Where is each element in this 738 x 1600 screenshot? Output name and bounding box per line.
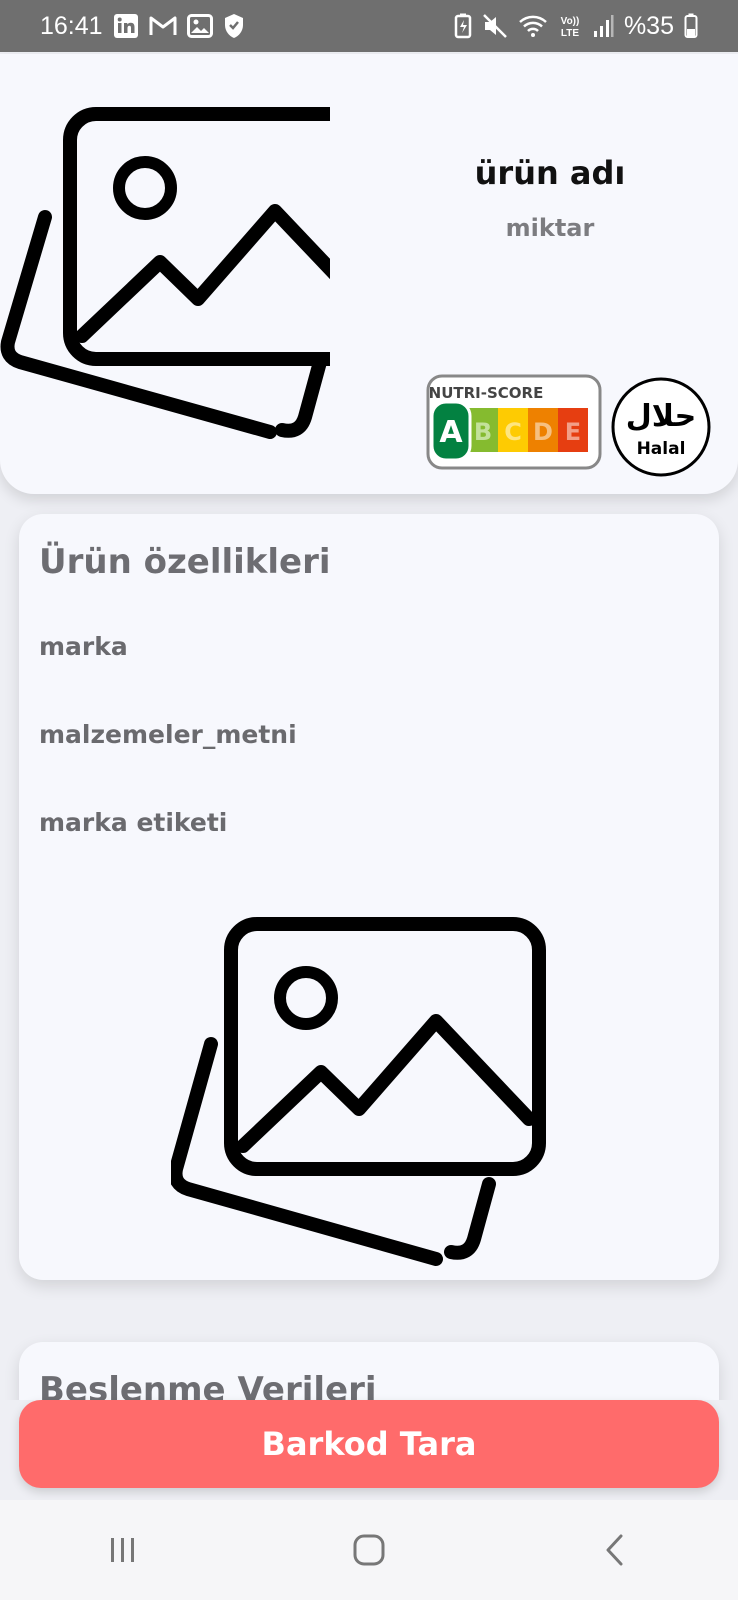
nutri-score-badge: NUTRI-SCORE A B C D E	[426, 374, 602, 470]
navigation-bar	[0, 1500, 738, 1600]
status-bar-right: Vo)) LTE %35	[454, 12, 698, 41]
scan-barcode-button[interactable]: Barkod Tara	[19, 1400, 719, 1488]
recent-apps-icon[interactable]	[83, 1520, 163, 1580]
status-bar: 16:41 Vo)) LTE %35	[0, 0, 738, 52]
image-placeholder-icon	[0, 104, 385, 464]
halal-badge: حلال Halal	[610, 376, 712, 478]
linkedin-icon	[113, 13, 139, 39]
nutri-grade-d: D	[533, 418, 553, 446]
image-placeholder-icon	[168, 914, 551, 1274]
battery-icon	[684, 13, 698, 39]
nutri-score-label: NUTRI-SCORE	[429, 384, 544, 402]
nutri-grade-c: C	[504, 418, 522, 446]
status-bar-left: 16:41	[40, 12, 245, 41]
signal-icon	[592, 14, 614, 38]
halal-label: Halal	[637, 439, 686, 459]
nutri-grade-e: E	[565, 418, 581, 446]
feature-brand-label: marka etiketi	[39, 808, 228, 837]
feature-brand: marka	[39, 632, 128, 661]
shield-icon	[223, 13, 245, 39]
back-icon[interactable]	[575, 1520, 655, 1580]
battery-saver-icon	[454, 13, 472, 39]
product-card: ürün adı miktar NUTRI-SCORE A B C D E حل…	[0, 54, 738, 494]
battery-percentage: %35	[623, 11, 674, 40]
halal-arabic-text: حلال	[626, 399, 696, 434]
svg-text:LTE: LTE	[561, 28, 579, 39]
nutrition-title: Beslenme Verileri	[39, 1370, 377, 1400]
gmail-icon	[149, 15, 177, 37]
product-quantity: miktar	[505, 214, 595, 242]
content-area[interactable]: ürün adı miktar NUTRI-SCORE A B C D E حل…	[0, 52, 738, 1400]
mute-icon	[482, 13, 508, 39]
volte-icon: Vo)) LTE	[558, 13, 582, 39]
product-features-card: Ürün özellikleri marka malzemeler_metni …	[19, 514, 719, 1280]
svg-text:Vo)): Vo))	[561, 16, 580, 27]
gallery-icon	[186, 14, 213, 38]
nutri-grade-a: A	[439, 415, 463, 450]
product-name: ürün adı	[474, 154, 626, 192]
nutri-grade-b: B	[474, 418, 492, 446]
nutrition-card: Beslenme Verileri	[19, 1342, 719, 1400]
feature-ingredients: malzemeler_metni	[39, 720, 297, 749]
home-icon[interactable]	[329, 1520, 409, 1580]
wifi-icon	[518, 14, 548, 38]
status-time: 16:41	[40, 11, 103, 40]
features-title: Ürün özellikleri	[39, 542, 331, 582]
